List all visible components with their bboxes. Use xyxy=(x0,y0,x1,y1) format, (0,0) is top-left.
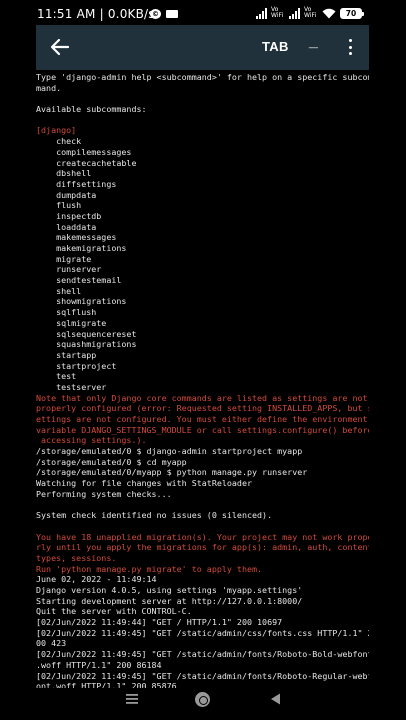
terminal-line: flush xyxy=(36,200,82,211)
terminal-line: variable DJANGO_SETTINGS_MODULE or call … xyxy=(36,424,369,435)
terminal-line: ont.woff HTTP/1.1" 200 85876 xyxy=(36,681,177,688)
terminal-line: check xyxy=(36,136,82,147)
home-icon[interactable] xyxy=(195,692,210,707)
terminal-line: diffsettings xyxy=(36,178,117,189)
terminal-line: Django version 4.0.5, using settings 'my… xyxy=(36,585,303,595)
terminal-line: showmigrations xyxy=(36,296,127,307)
video-icon xyxy=(166,10,178,18)
terminal-line: Note that only Django core commands are … xyxy=(36,392,368,403)
terminal-line: startapp xyxy=(36,349,97,360)
navigation-bar xyxy=(0,688,406,720)
back-arrow-icon[interactable] xyxy=(49,36,71,58)
tab-button[interactable]: TAB xyxy=(262,39,289,54)
notification-icons: © xyxy=(150,9,178,19)
terminal-line: test xyxy=(36,371,77,382)
terminal-line: Run 'python manage.py migrate' to apply … xyxy=(36,563,263,574)
system-icons: Vo WiFi Vo WiFi 70 xyxy=(256,6,364,19)
terminal-line: 00 423 xyxy=(36,638,67,649)
terminal-line: /storage/emulated/0/myapp $ python manag… xyxy=(36,467,308,478)
signal-icon-2 xyxy=(289,7,300,19)
battery-icon: 70 xyxy=(340,7,364,19)
terminal-line: shell xyxy=(36,285,82,296)
terminal-line: testserver xyxy=(36,381,107,392)
terminal-line: .woff HTTP/1.1" 200 86184 xyxy=(36,659,162,670)
terminal-toolbar: TAB _ xyxy=(36,25,369,70)
wifi-icon xyxy=(322,8,336,18)
terminal-line: loaddata xyxy=(36,221,97,232)
terminal-line: You have 18 unapplied migration(s). Your… xyxy=(36,531,369,542)
terminal-line: [django] xyxy=(36,125,77,136)
terminal-line: sendtestemail xyxy=(36,275,122,286)
terminal-line: [02/Jun/2022 11:49:44] "GET / HTTP/1.1" … xyxy=(36,617,283,628)
terminal-line: mand. xyxy=(36,82,62,93)
terminal-line: migrate xyxy=(36,253,92,264)
terminal-line: rly until you apply the migrations for a… xyxy=(36,542,369,553)
terminal-line: Performing system checks... xyxy=(36,488,172,499)
status-bar: 11:51 AM | 0.0KB/s © Vo WiFi Vo WiFi 70 xyxy=(0,0,406,28)
nav-back-icon[interactable] xyxy=(270,693,282,705)
terminal-line: makemessages xyxy=(36,232,117,243)
terminal-line: ettings are not configured. You must eit… xyxy=(36,414,368,424)
signal-icon xyxy=(256,7,267,19)
terminal-line: sqlmigrate xyxy=(36,317,107,328)
terminal-line: makemigrations xyxy=(36,243,127,253)
terminal-line: Starting development server at http://12… xyxy=(36,595,303,606)
terminal-line: System check identified no issues (0 sil… xyxy=(36,510,273,521)
terminal-line: squashmigrations xyxy=(36,339,137,350)
terminal-line: startproject xyxy=(36,360,117,371)
terminal-line: dbshell xyxy=(36,168,92,179)
terminal-line: createcachetable xyxy=(36,157,137,168)
terminal-line: accessing settings.). xyxy=(36,435,147,446)
more-options-icon[interactable] xyxy=(345,39,355,55)
terminal-line: properly configured (error: Requested se… xyxy=(36,403,369,414)
terminal-line: [02/Jun/2022 11:49:45] "GET /static/admi… xyxy=(36,649,369,660)
terminal-line: /storage/emulated/0 $ cd myapp xyxy=(36,456,187,467)
terminal-output[interactable]: Type 'django-admin help <subcommand>' fo… xyxy=(36,72,369,688)
terminal-line: dumpdata xyxy=(36,189,97,200)
terminal-line: types, sessions. xyxy=(36,552,117,563)
terminal-line: inspectdb xyxy=(36,210,102,221)
terminal-line: compilemessages xyxy=(36,146,132,157)
terminal-line: sqlsequencereset xyxy=(36,328,137,339)
terminal-line: Available subcommands: xyxy=(36,104,147,115)
recent-apps-icon[interactable] xyxy=(126,693,138,705)
terminal-line: June 02, 2022 - 11:49:14 xyxy=(36,574,157,585)
notification-c-icon: © xyxy=(150,9,161,19)
network-label-2: Vo WiFi xyxy=(304,6,317,19)
terminal-line: runserver xyxy=(36,264,102,275)
network-label-1: Vo WiFi xyxy=(271,6,284,19)
terminal-line: Type 'django-admin help <subcommand>' fo… xyxy=(36,72,369,82)
terminal-line: Quit the server with CONTROL-C. xyxy=(36,606,192,617)
terminal-line: sqlflush xyxy=(36,307,97,318)
terminal-line: /storage/emulated/0 $ django-admin start… xyxy=(36,446,303,457)
underscore-button[interactable]: _ xyxy=(309,33,318,51)
terminal-line: [02/Jun/2022 11:49:45] "GET /static/admi… xyxy=(36,627,369,638)
terminal-line: [02/Jun/2022 11:49:45] "GET /static/admi… xyxy=(36,670,369,681)
status-time: 11:51 AM | 0.0KB/s xyxy=(37,7,155,21)
terminal-line: Watching for file changes with StatReloa… xyxy=(36,478,253,489)
